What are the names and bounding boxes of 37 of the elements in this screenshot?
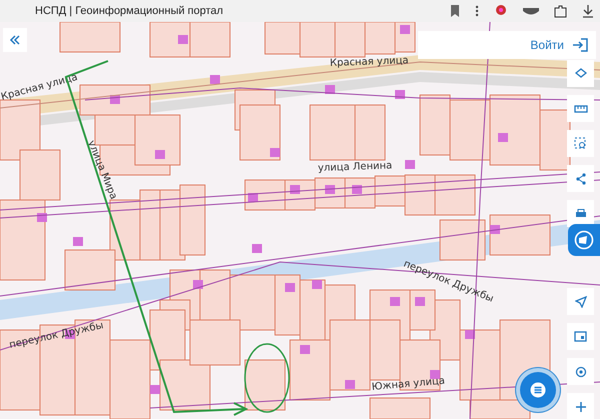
- highlight-ellipse: [244, 343, 290, 413]
- double-chevron-icon: [9, 35, 21, 45]
- navigate-button[interactable]: [567, 288, 594, 315]
- chat-icon: [530, 382, 546, 398]
- target-icon: [574, 366, 586, 378]
- more-icon[interactable]: [475, 5, 479, 17]
- feedback-badge[interactable]: [568, 224, 600, 256]
- printer-icon: [574, 208, 586, 218]
- extension-icon[interactable]: [494, 4, 508, 18]
- street-label: Красная улица: [0, 72, 79, 103]
- area-select-button[interactable]: [567, 130, 594, 157]
- layers-icon: [574, 68, 586, 80]
- ruler-button[interactable]: [567, 95, 594, 122]
- street-label: Красная улица: [330, 55, 409, 69]
- street-label: Южная улица: [371, 376, 446, 393]
- bookmark-icon[interactable]: [450, 5, 460, 17]
- login-button[interactable]: Войти: [418, 31, 596, 59]
- plus-icon: [576, 402, 586, 412]
- login-icon: [572, 38, 588, 52]
- minimap-button[interactable]: [567, 323, 594, 350]
- navigation-arrow-icon: [574, 296, 586, 308]
- zoom-in-button[interactable]: [567, 393, 594, 419]
- download-icon[interactable]: [582, 4, 594, 18]
- street-label: улица Ленина: [318, 160, 392, 174]
- ruler-icon: [574, 104, 588, 112]
- chat-button[interactable]: [520, 372, 556, 408]
- share-icon: [574, 172, 586, 184]
- page-title: НСПД | Геоинформационный портал: [35, 5, 224, 17]
- minimap-icon: [574, 331, 587, 342]
- location-search-button[interactable]: [567, 358, 594, 385]
- area-select-icon: [574, 137, 587, 150]
- collapse-button[interactable]: [3, 28, 27, 52]
- street-label: переулок Дружбы: [8, 320, 105, 351]
- layers-button[interactable]: [567, 60, 594, 87]
- extension-icon[interactable]: [523, 6, 539, 16]
- share-button[interactable]: [567, 165, 594, 192]
- print-button[interactable]: [567, 200, 594, 227]
